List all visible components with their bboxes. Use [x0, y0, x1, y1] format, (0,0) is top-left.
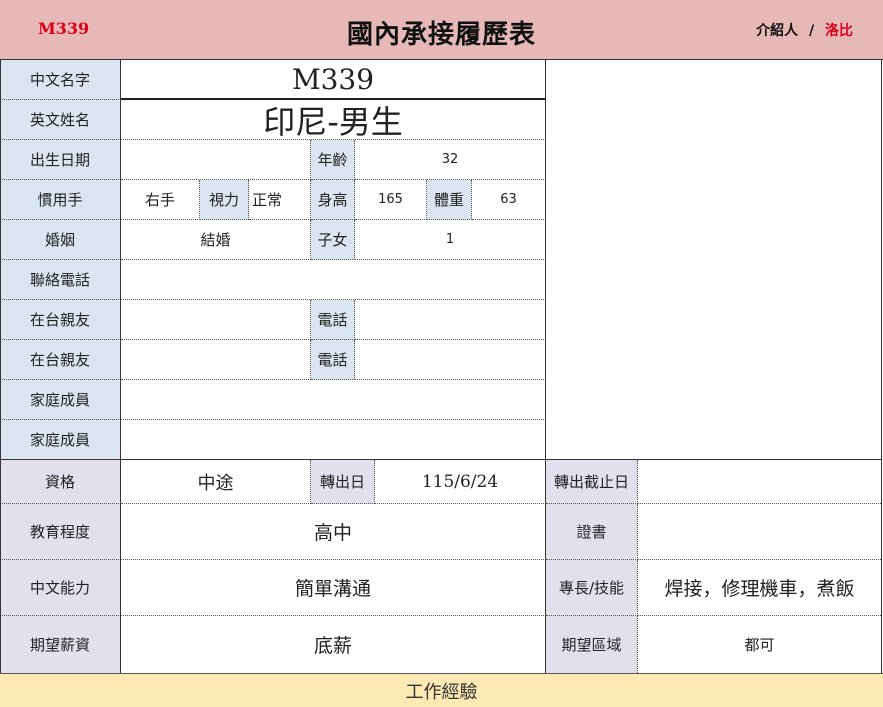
certificate-value — [638, 504, 881, 560]
children-value: 1 — [355, 220, 546, 260]
expected-region-value: 都可 — [744, 636, 775, 654]
label-expected-region: 期望區域 — [546, 616, 638, 673]
label-marriage: 婚姻 — [0, 220, 121, 260]
label-children: 子女 — [311, 220, 355, 260]
label-chinese-ability: 中文能力 — [0, 560, 121, 616]
family-1-value — [121, 380, 546, 420]
skills-value: 焊接，修理機車，煮飯 — [638, 560, 881, 616]
relative-1-phone-value — [355, 300, 546, 340]
header-bar: M339 國內承接履歷表 介紹人 / 洛比 — [0, 0, 883, 60]
handedness-value: 右手 — [121, 180, 200, 220]
relative-2-phone-value — [355, 340, 546, 380]
introducer-name: 洛比 — [825, 23, 853, 39]
label-transfer-deadline: 轉出截止日 — [546, 460, 638, 504]
age-value: 32 — [355, 140, 546, 180]
photo-area — [546, 60, 881, 460]
height-value: 165 — [355, 180, 427, 220]
birth-date-value — [121, 140, 311, 180]
label-weight: 體重 — [427, 180, 472, 220]
label-skills: 專長/技能 — [546, 560, 638, 616]
label-transfer-date: 轉出日 — [311, 460, 375, 504]
label-expected-salary: 期望薪資 — [0, 616, 121, 673]
family-2-value — [121, 420, 546, 460]
introducer-separator: / — [809, 23, 815, 39]
relative-1-value — [121, 300, 311, 340]
education-value: 高中 — [121, 504, 546, 560]
right-border — [881, 59, 882, 673]
marriage-value: 結婚 — [121, 220, 311, 260]
transfer-date-value: 115/6/24 — [375, 460, 546, 504]
label-qualification: 資格 — [0, 460, 121, 504]
vision-value: 正常 — [249, 180, 311, 220]
transfer-deadline-value — [638, 460, 881, 504]
label-handedness: 慣用手 — [0, 180, 121, 220]
label-chinese-name: 中文名字 — [0, 60, 121, 100]
page-title: 國內承接履歷表 — [346, 20, 536, 50]
label-contact-phone: 聯絡電話 — [0, 260, 121, 300]
left-border — [0, 59, 1, 673]
label-relative-1-phone: 電話 — [311, 300, 355, 340]
label-relative-2-phone: 電話 — [311, 340, 355, 380]
work-experience-label: 工作經驗 — [405, 681, 478, 703]
label-height: 身高 — [311, 180, 355, 220]
contact-phone-value — [121, 260, 546, 300]
label-education: 教育程度 — [0, 504, 121, 560]
chinese-ability-value: 簡單溝通 — [121, 560, 546, 616]
label-birth-date: 出生日期 — [0, 140, 121, 180]
label-certificate: 證書 — [546, 504, 638, 560]
label-family-1: 家庭成員 — [0, 380, 121, 420]
chinese-name-value: M339 — [121, 60, 546, 100]
introducer: 介紹人 / 洛比 — [756, 20, 853, 40]
label-english-name: 英文姓名 — [0, 100, 121, 140]
qualification-value: 中途 — [121, 460, 311, 504]
weight-value: 63 — [472, 180, 546, 220]
introducer-label: 介紹人 — [756, 23, 799, 39]
label-relative-1: 在台親友 — [0, 300, 121, 340]
english-name-value: 印尼-男生 — [121, 100, 546, 140]
relative-2-value — [121, 340, 311, 380]
label-vision: 視力 — [200, 180, 249, 220]
work-experience-header: 工作經驗 — [0, 673, 883, 707]
label-relative-2: 在台親友 — [0, 340, 121, 380]
expected-salary-value: 底薪 — [121, 616, 546, 673]
label-family-2: 家庭成員 — [0, 420, 121, 460]
label-age: 年齡 — [311, 140, 355, 180]
